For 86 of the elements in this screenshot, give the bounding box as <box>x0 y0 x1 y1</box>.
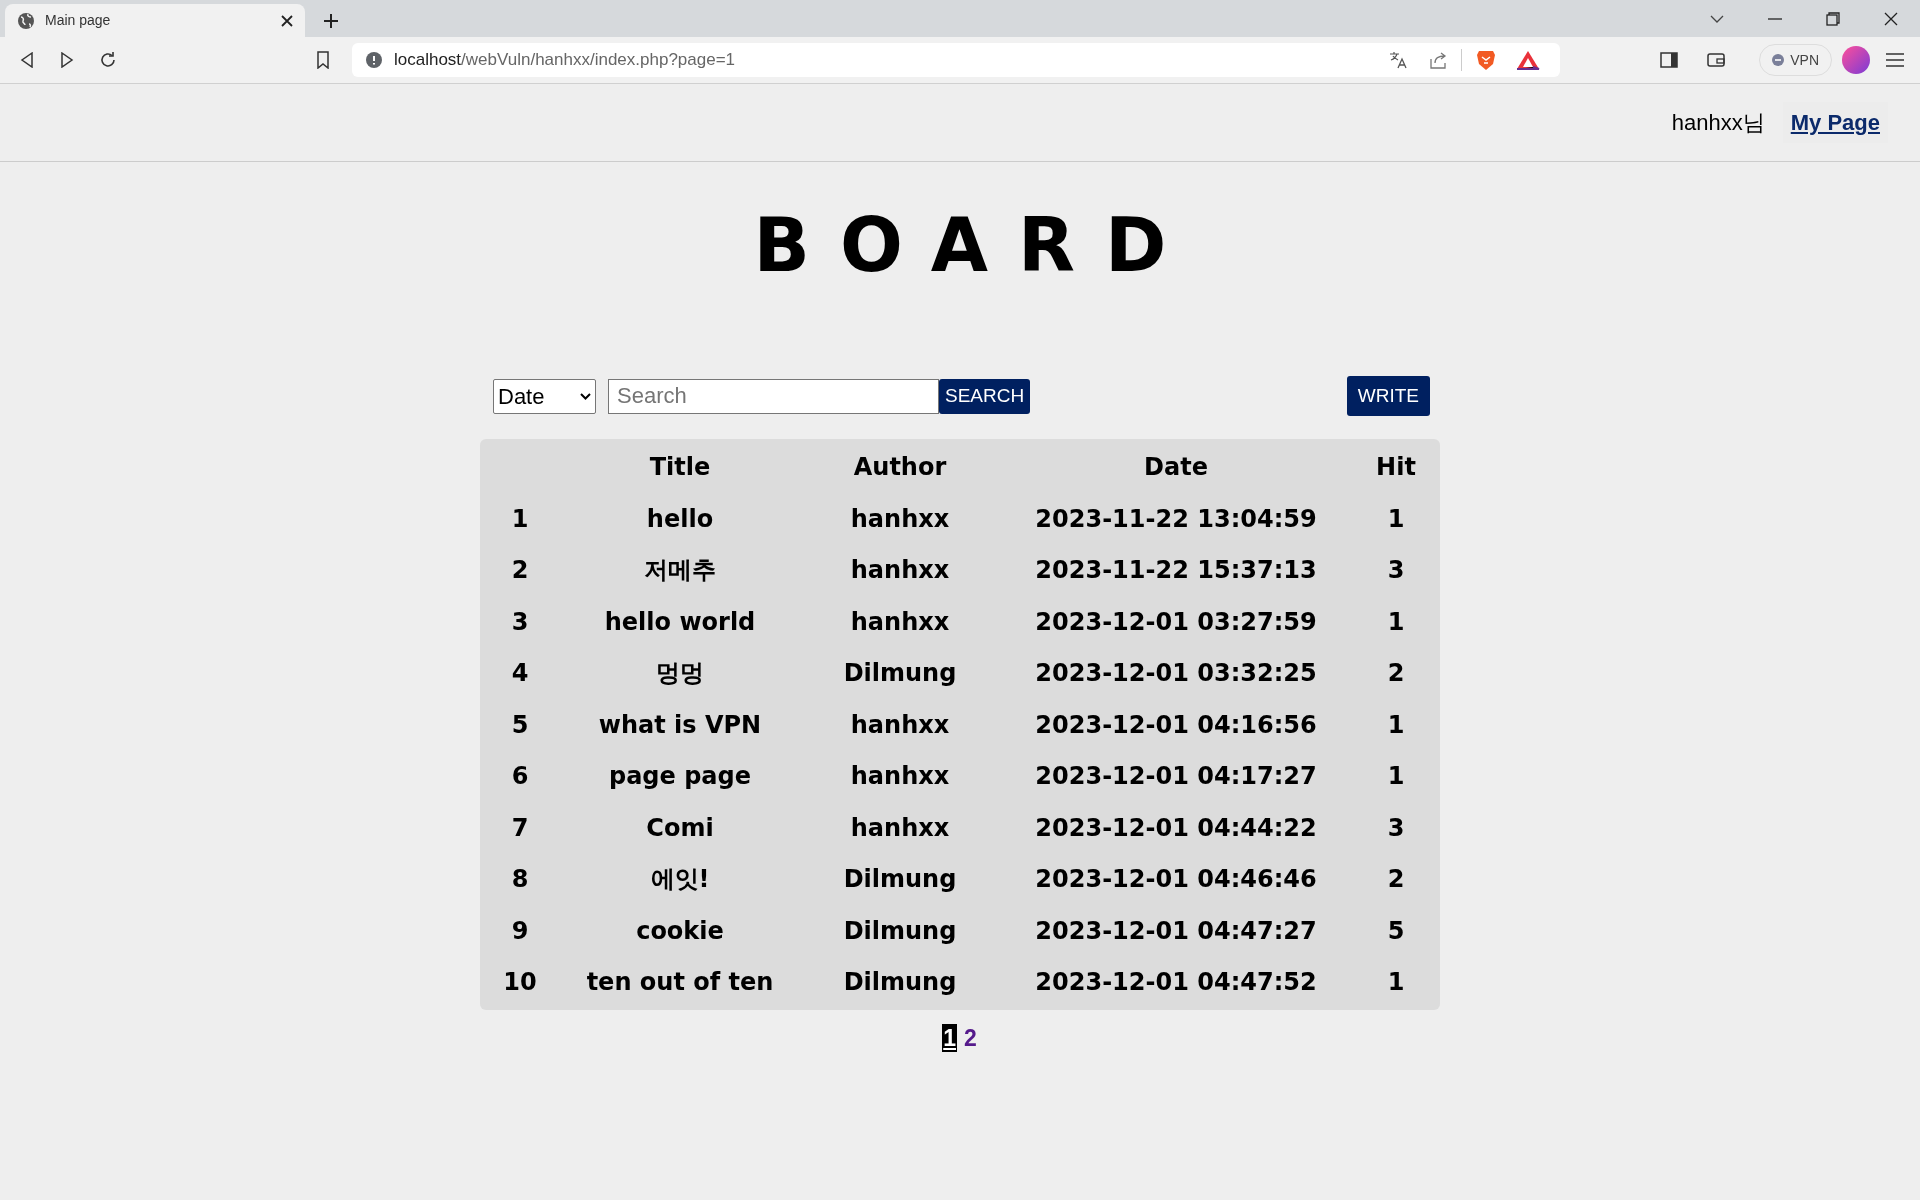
table-cell: hanhxx <box>850 556 950 585</box>
write-button[interactable]: WRITE <box>1346 376 1430 416</box>
close-icon[interactable] <box>281 14 293 27</box>
table-cell: 2023-12-01 04:47:27 <box>1035 916 1317 945</box>
table-cell: hanhxx <box>850 813 950 842</box>
table-cell: 10 <box>503 968 537 997</box>
table-cell: hanhxx <box>850 504 950 533</box>
table-cell: 3 <box>511 607 529 636</box>
globe-icon <box>17 11 35 30</box>
table-cell: Comi <box>646 813 714 842</box>
table-cell: 9 <box>511 916 529 945</box>
table-cell: Dilmung <box>843 968 957 997</box>
chevron-down-icon[interactable] <box>1710 15 1724 23</box>
search-field[interactable]: Search <box>608 378 939 414</box>
minus-circle-icon <box>1772 54 1785 66</box>
table-cell: 2023-11-22 15:37:13 <box>1035 556 1317 585</box>
table-cell: 1 <box>1387 968 1405 997</box>
table-cell: 2023-12-01 04:46:46 <box>1035 865 1317 894</box>
table-cell: Dilmung <box>843 865 957 894</box>
table-cell: 2 <box>1387 865 1405 894</box>
table-cell: Dilmung <box>843 659 957 688</box>
address-bar[interactable]: localhost/webVuln/hanhxx/index.php?page=1 <box>352 43 1560 77</box>
chevron-down-icon <box>580 392 591 400</box>
table-cell: 2023-12-01 03:27:59 <box>1035 607 1317 636</box>
table-cell: 5 <box>1387 916 1405 945</box>
table-cell: 6 <box>511 762 529 791</box>
browser-tab[interactable]: Main page <box>5 4 305 37</box>
tab-title: Main page <box>45 11 112 30</box>
table-cell: 2023-12-01 04:16:56 <box>1035 710 1317 739</box>
table-cell: 1 <box>1387 762 1405 791</box>
wallet-icon[interactable] <box>1707 52 1726 68</box>
table-cell: 1 <box>1387 607 1405 636</box>
translate-icon[interactable] <box>1389 51 1407 69</box>
table-cell: 2023-11-22 13:04:59 <box>1035 504 1317 533</box>
table-cell: hello world <box>604 607 756 636</box>
restore-icon[interactable] <box>1826 12 1840 26</box>
filter-dropdown[interactable]: Date <box>493 378 596 414</box>
table-cell: 2023-12-01 04:44:22 <box>1035 813 1317 842</box>
table-cell: 5 <box>511 710 529 739</box>
table-cell: 2 <box>1387 659 1405 688</box>
table-cell: 4 <box>511 659 529 688</box>
table-cell: 7 <box>511 813 529 842</box>
table-cell: hanhxx <box>850 607 950 636</box>
table-cell: 3 <box>1387 556 1405 585</box>
table-cell: 저메추 <box>644 556 716 585</box>
table-cell: 2023-12-01 03:32:25 <box>1035 659 1317 688</box>
column-header: Date <box>1144 453 1208 481</box>
table-cell: what is VPN <box>598 710 762 739</box>
page-link[interactable]: 2 <box>963 1024 978 1052</box>
url-text: localhost/webVuln/hanhxx/index.php?page=1 <box>394 49 737 72</box>
share-icon[interactable] <box>1429 51 1447 69</box>
table-cell: 1 <box>511 504 529 533</box>
triangle-icon[interactable] <box>1516 50 1540 70</box>
table-cell: 멍멍 <box>656 659 704 688</box>
reload-icon[interactable] <box>99 51 117 69</box>
bookmark-icon[interactable] <box>316 51 330 69</box>
search-button[interactable]: SEARCH <box>939 378 1031 414</box>
table-cell: 3 <box>1387 813 1405 842</box>
table-cell: 에잇! <box>650 865 710 894</box>
profile-avatar[interactable] <box>1842 46 1870 74</box>
sidebar-icon[interactable] <box>1660 52 1679 68</box>
forward-icon[interactable] <box>60 52 74 68</box>
page-link[interactable]: 1 <box>942 1024 957 1052</box>
close-icon[interactable] <box>1884 12 1898 26</box>
back-icon[interactable] <box>20 52 34 68</box>
table-cell: hanhxx <box>850 710 950 739</box>
greeting-text: hanhxx님 <box>1671 109 1765 137</box>
table-cell: page page <box>609 762 751 791</box>
table-cell: 1 <box>1387 504 1405 533</box>
menu-icon[interactable] <box>1886 53 1904 67</box>
table-cell: hanhxx <box>850 762 950 791</box>
table-cell: 2023-12-01 04:47:52 <box>1035 968 1317 997</box>
table-cell: cookie <box>636 916 724 945</box>
info-icon <box>366 52 382 68</box>
column-header: Title <box>649 453 711 481</box>
table-cell: ten out of ten <box>586 968 774 997</box>
column-header: Hit <box>1376 453 1416 481</box>
table-cell: 2 <box>511 556 529 585</box>
column-header: Author <box>853 453 947 481</box>
table-cell: 1 <box>1387 710 1405 739</box>
table-cell: 2023-12-01 04:17:27 <box>1035 762 1317 791</box>
table-cell: hello <box>646 504 714 533</box>
table-cell: 8 <box>511 865 529 894</box>
table-cell: Dilmung <box>843 916 957 945</box>
new-tab-icon[interactable] <box>323 13 339 29</box>
page-title: BOARD <box>752 201 1197 290</box>
